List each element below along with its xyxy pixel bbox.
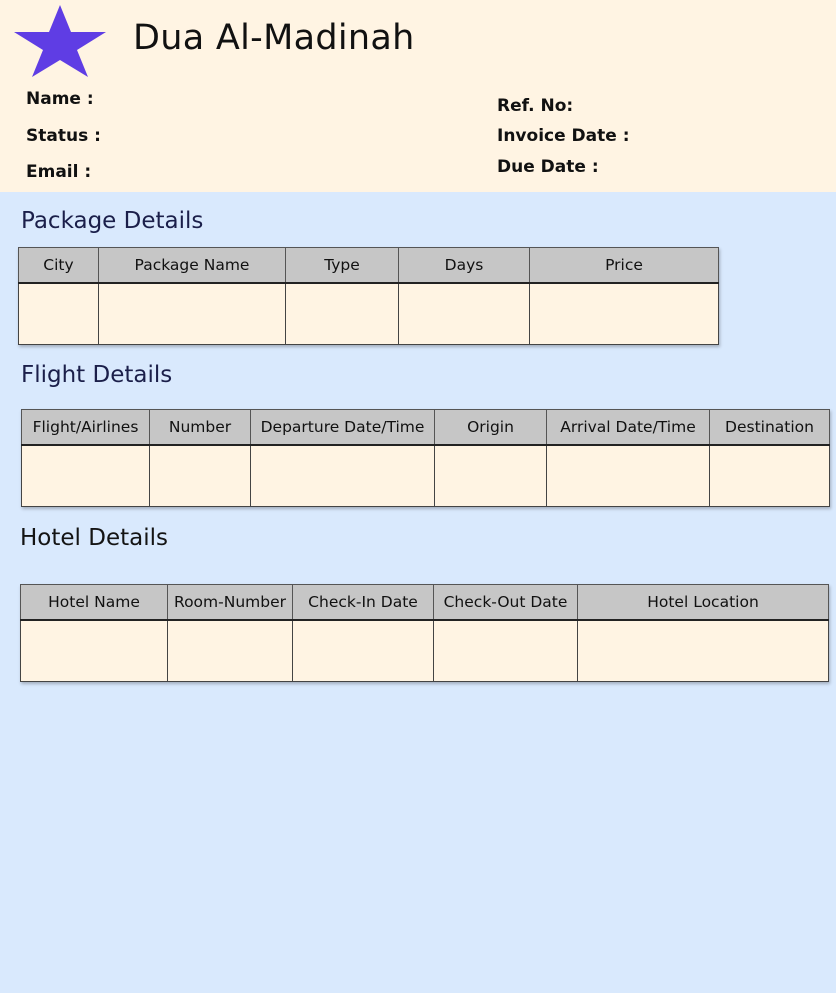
table-cell[interactable] — [577, 619, 829, 682]
package-details-table: City Package Name Type Days Price — [18, 247, 719, 345]
star-icon — [14, 5, 106, 77]
package-details-title: Package Details — [21, 208, 204, 234]
table-cell[interactable] — [292, 619, 434, 682]
table-cell[interactable] — [21, 444, 150, 507]
column-header: Arrival Date/Time — [546, 409, 710, 446]
column-header: Type — [285, 247, 399, 284]
table-header-row: City Package Name Type Days Price — [18, 247, 719, 284]
table-cell[interactable] — [20, 619, 168, 682]
table-cell[interactable] — [398, 282, 530, 345]
column-header: Room-Number — [167, 584, 293, 621]
table-cell[interactable] — [546, 444, 710, 507]
flight-details-table: Flight/Airlines Number Departure Date/Ti… — [21, 409, 830, 507]
column-header: Check-Out Date — [433, 584, 578, 621]
column-header: Price — [529, 247, 719, 284]
table-cell[interactable] — [149, 444, 251, 507]
table-cell[interactable] — [529, 282, 719, 345]
table-cell[interactable] — [250, 444, 435, 507]
table-row — [18, 282, 719, 345]
ref-no-label: Ref. No: — [497, 96, 574, 116]
table-header-row: Flight/Airlines Number Departure Date/Ti… — [21, 409, 830, 446]
column-header: Hotel Location — [577, 584, 829, 621]
flight-details-title: Flight Details — [21, 362, 173, 388]
hotel-details-table: Hotel Name Room-Number Check-In Date Che… — [20, 584, 829, 682]
table-row — [20, 619, 829, 682]
hotel-details-title: Hotel Details — [20, 525, 168, 551]
column-header: Origin — [434, 409, 547, 446]
table-cell[interactable] — [18, 282, 99, 345]
due-date-label: Due Date : — [497, 157, 599, 177]
column-header: Days — [398, 247, 530, 284]
column-header: Number — [149, 409, 251, 446]
column-header: Check-In Date — [292, 584, 434, 621]
table-row — [21, 444, 830, 507]
status-label: Status : — [26, 126, 101, 146]
column-header: City — [18, 247, 99, 284]
email-label: Email : — [26, 162, 92, 182]
column-header: Package Name — [98, 247, 286, 284]
table-cell[interactable] — [167, 619, 293, 682]
table-header-row: Hotel Name Room-Number Check-In Date Che… — [20, 584, 829, 621]
company-name: Dua Al-Madinah — [133, 18, 415, 58]
column-header: Hotel Name — [20, 584, 168, 621]
column-header: Flight/Airlines — [21, 409, 150, 446]
name-label: Name : — [26, 89, 94, 109]
column-header: Departure Date/Time — [250, 409, 435, 446]
invoice-header: Dua Al-Madinah Name : Status : Email : R… — [0, 0, 836, 192]
table-cell[interactable] — [285, 282, 399, 345]
table-cell[interactable] — [434, 444, 547, 507]
table-cell[interactable] — [98, 282, 286, 345]
column-header: Destination — [709, 409, 830, 446]
table-cell[interactable] — [709, 444, 830, 507]
table-cell[interactable] — [433, 619, 578, 682]
invoice-date-label: Invoice Date : — [497, 126, 630, 146]
